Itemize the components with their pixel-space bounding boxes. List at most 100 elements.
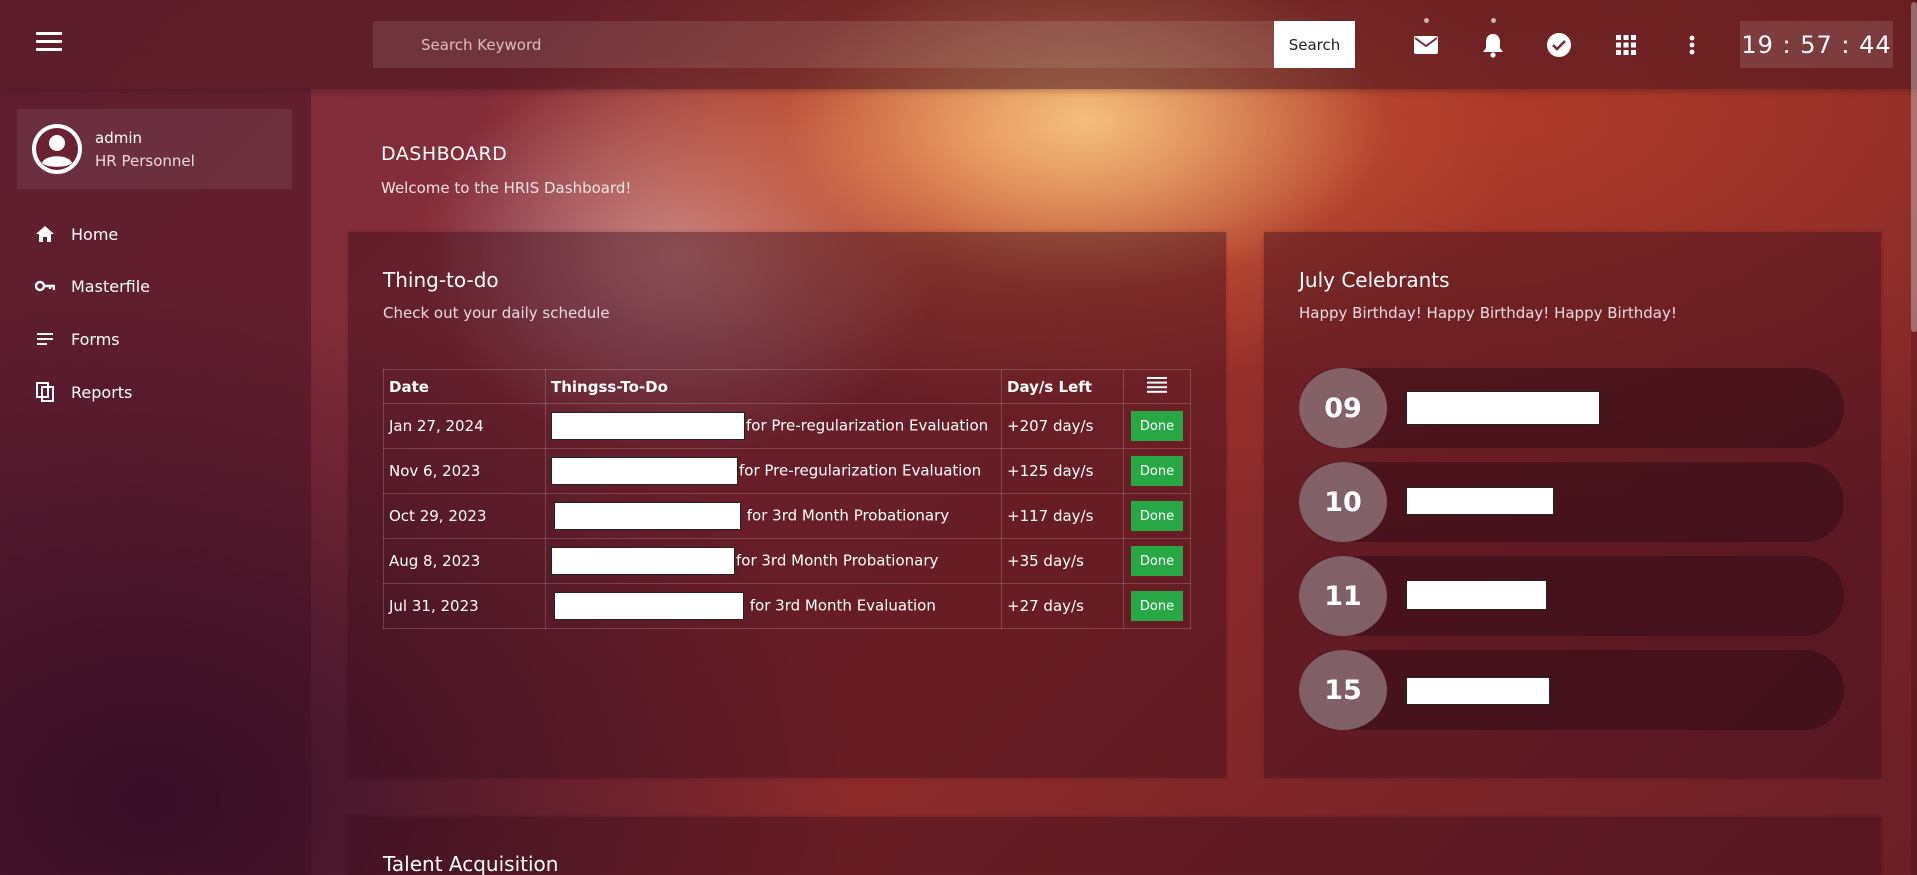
redacted-name — [554, 502, 741, 530]
row-days-left: +27 day/s — [1001, 583, 1124, 629]
sidebar-item-masterfile[interactable]: Masterfile — [34, 271, 284, 301]
search-button[interactable]: Search — [1274, 21, 1355, 68]
sidebar-item-label: Home — [71, 224, 119, 244]
row-action: Done — [1123, 583, 1191, 629]
celebrant-day: 15 — [1299, 650, 1387, 730]
column-header-task: Thingss-To-Do — [545, 369, 1002, 404]
table-row: Oct 29, 2023 for 3rd Month Probationary … — [383, 493, 1191, 539]
redacted-name — [554, 592, 744, 620]
key-icon — [34, 275, 56, 297]
table-row: Nov 6, 2023 for Pre-regularization Evalu… — [383, 448, 1191, 494]
redacted-name — [551, 457, 738, 485]
search-bar — [373, 21, 1355, 68]
task-text: for 3rd Month Probationary — [736, 551, 939, 570]
sidebar: admin HR Personnel Home Masterfile Forms… — [0, 89, 311, 875]
row-action: Done — [1123, 493, 1191, 539]
table-header-row: Date Thingss-To-Do Day/s Left — [383, 369, 1191, 404]
celebrant-day: 10 — [1299, 462, 1387, 542]
celebrants-title: July Celebrants — [1299, 268, 1450, 292]
celebrant-item: 15 — [1299, 650, 1844, 730]
page-title: DASHBOARD — [381, 143, 508, 165]
celebrant-day: 11 — [1299, 556, 1387, 636]
notification-dot — [1491, 18, 1496, 23]
done-button[interactable]: Done — [1131, 501, 1183, 531]
task-text: for Pre-regularization Evaluation — [739, 461, 982, 480]
row-days-left: +117 day/s — [1001, 493, 1124, 539]
row-task: for 3rd Month Evaluation — [545, 583, 1002, 629]
todo-title: Thing-to-do — [383, 268, 499, 292]
row-task: for Pre-regularization Evaluation — [545, 403, 1002, 449]
done-button[interactable]: Done — [1131, 546, 1183, 576]
home-icon — [34, 223, 56, 245]
row-action: Done — [1123, 403, 1191, 449]
talent-card: Talent Acquisition — [348, 817, 1881, 875]
more-vert-icon[interactable] — [1677, 30, 1707, 60]
apps-grid-icon[interactable] — [1611, 30, 1641, 60]
user-card[interactable]: admin HR Personnel — [17, 109, 292, 189]
menu-icon[interactable] — [36, 32, 62, 54]
row-date: Jan 27, 2024 — [383, 403, 546, 449]
row-task: for 3rd Month Probationary — [545, 493, 1002, 539]
task-text: for Pre-regularization Evaluation — [746, 416, 989, 435]
check-circle-icon[interactable] — [1544, 30, 1574, 60]
sidebar-item-label: Reports — [71, 382, 133, 402]
redacted-name — [1406, 487, 1554, 515]
sidebar-item-label: Masterfile — [71, 276, 151, 296]
done-button[interactable]: Done — [1131, 456, 1183, 486]
user-name: admin — [95, 129, 142, 147]
row-date: Nov 6, 2023 — [383, 448, 546, 494]
done-button[interactable]: Done — [1131, 591, 1183, 621]
celebrants-subtitle: Happy Birthday! Happy Birthday! Happy Bi… — [1299, 304, 1677, 322]
row-date: Aug 8, 2023 — [383, 538, 546, 584]
row-days-left: +207 day/s — [1001, 403, 1124, 449]
todo-subtitle: Check out your daily schedule — [383, 304, 610, 322]
row-task: for 3rd Month Probationary — [545, 538, 1002, 584]
sidebar-item-reports[interactable]: Reports — [34, 377, 284, 407]
redacted-name — [1406, 677, 1550, 705]
table-row: Aug 8, 2023 for 3rd Month Probationary +… — [383, 538, 1191, 584]
todo-card: Thing-to-do Check out your daily schedul… — [348, 232, 1226, 778]
scrollbar[interactable] — [1911, 0, 1917, 875]
todo-table: Date Thingss-To-Do Day/s Left Jan 27, 20… — [383, 369, 1191, 629]
column-menu-icon[interactable] — [1123, 369, 1191, 404]
row-task: for Pre-regularization Evaluation — [545, 448, 1002, 494]
row-action: Done — [1123, 448, 1191, 494]
table-row: Jul 31, 2023 for 3rd Month Evaluation +2… — [383, 583, 1191, 629]
redacted-name — [551, 547, 735, 575]
row-days-left: +35 day/s — [1001, 538, 1124, 584]
row-action: Done — [1123, 538, 1191, 584]
celebrant-item: 11 — [1299, 556, 1844, 636]
copy-icon — [34, 381, 56, 403]
redacted-name — [1406, 391, 1600, 425]
celebrants-card: July Celebrants Happy Birthday! Happy Bi… — [1264, 232, 1881, 778]
row-days-left: +125 day/s — [1001, 448, 1124, 494]
redacted-name — [551, 412, 745, 440]
sidebar-item-label: Forms — [71, 329, 120, 349]
table-row: Jan 27, 2024 for Pre-regularization Eval… — [383, 403, 1191, 449]
list-icon — [34, 328, 56, 350]
column-header-days-left: Day/s Left — [1001, 369, 1124, 404]
bell-icon[interactable] — [1478, 18, 1508, 60]
sidebar-item-home[interactable]: Home — [34, 219, 284, 249]
talent-title: Talent Acquisition — [383, 852, 559, 875]
celebrant-item: 10 — [1299, 462, 1844, 542]
page-subtitle: Welcome to the HRIS Dashboard! — [381, 179, 632, 197]
avatar-icon — [32, 124, 82, 174]
redacted-name — [1406, 580, 1547, 610]
search-input[interactable] — [373, 21, 1273, 68]
clock: 19 : 57 : 44 — [1740, 21, 1893, 68]
user-role: HR Personnel — [95, 152, 195, 170]
column-header-date: Date — [383, 369, 546, 404]
celebrant-day: 09 — [1299, 368, 1387, 448]
row-date: Oct 29, 2023 — [383, 493, 546, 539]
top-bar: Search 19 : 57 : 44 — [0, 0, 1917, 89]
task-text: for 3rd Month Evaluation — [749, 596, 936, 615]
notification-dot — [1424, 18, 1429, 23]
celebrant-item: 09 — [1299, 368, 1844, 448]
task-text: for 3rd Month Probationary — [746, 506, 950, 525]
row-date: Jul 31, 2023 — [383, 583, 546, 629]
done-button[interactable]: Done — [1131, 411, 1183, 441]
sidebar-item-forms[interactable]: Forms — [34, 324, 284, 354]
scrollbar-thumb[interactable] — [1911, 2, 1917, 332]
mail-icon[interactable] — [1411, 18, 1441, 60]
